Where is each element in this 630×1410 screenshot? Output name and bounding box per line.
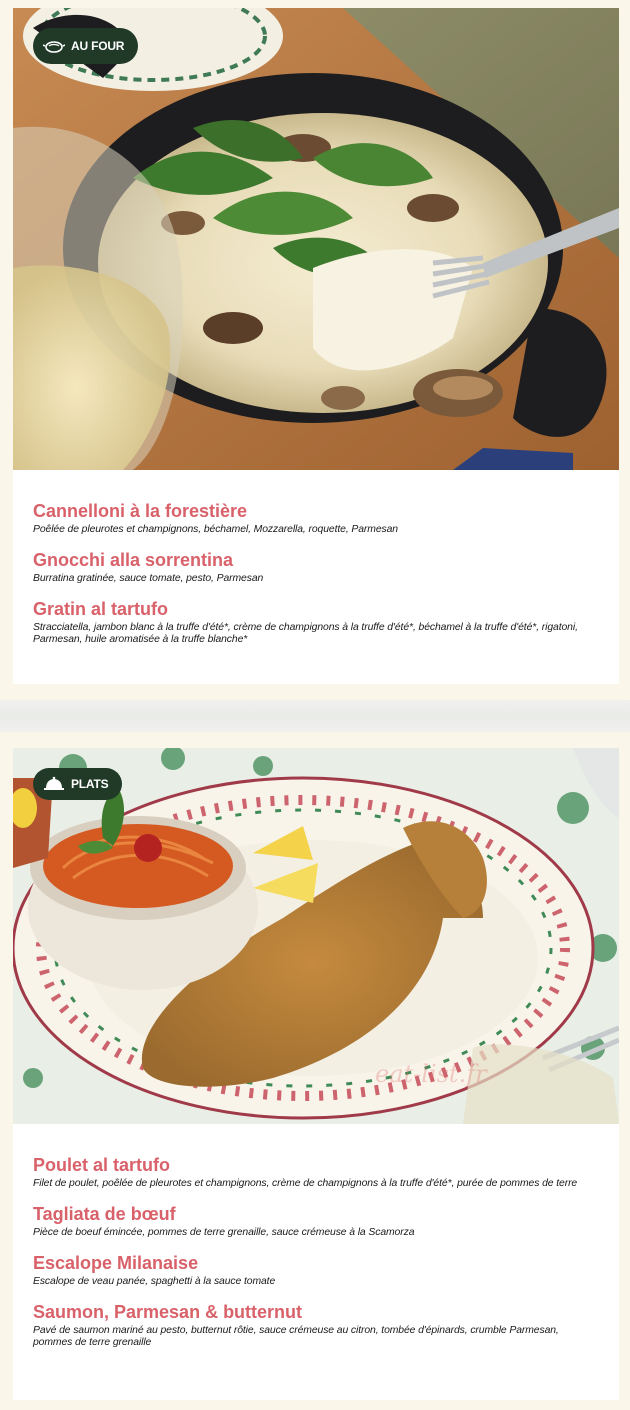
- section-card-plats: PLATS eat-list.fr Poulet al tartufo File…: [13, 748, 619, 1400]
- menu-list-plats: Poulet al tartufo Filet de poulet, poêlé…: [13, 1124, 619, 1349]
- menu-item-title: Cannelloni à la forestière: [33, 501, 248, 521]
- watermark-text: eat-list.fr: [375, 1060, 487, 1088]
- menu-item-description: Pièce de boeuf émincée, pommes de terre …: [33, 1227, 415, 1238]
- menu-item-title: Gnocchi alla sorrentina: [33, 550, 234, 570]
- menu-item: Cannelloni à la forestière Poêlée de ple…: [33, 500, 599, 536]
- menu-item: Saumon, Parmesan & butternut Pavé de sau…: [33, 1301, 599, 1349]
- menu-list-au-four: Cannelloni à la forestière Poêlée de ple…: [13, 470, 619, 646]
- menu-item-title: Gratin al tartufo: [33, 599, 169, 619]
- menu-item-description: Poêlée de pleurotes et champignons, béch…: [33, 524, 398, 535]
- menu-item-title: Escalope Milanaise: [33, 1253, 199, 1273]
- gratin-dish-photo: AU FOUR: [13, 8, 619, 470]
- section-badge-au-four: AU FOUR: [33, 28, 139, 64]
- menu-item: Gratin al tartufo Stracciatella, jambon …: [33, 598, 599, 646]
- section-divider: [0, 700, 630, 732]
- cloche-icon: [43, 776, 65, 792]
- menu-item-description: Filet de poulet, poêlée de pleurotes et …: [33, 1178, 578, 1189]
- menu-item: Poulet al tartufo Filet de poulet, poêlé…: [33, 1154, 599, 1190]
- oven-dish-icon: [43, 38, 65, 54]
- menu-item-description: Pavé de saumon mariné au pesto, butternu…: [33, 1325, 559, 1348]
- menu-item-description: Burratina gratinée, sauce tomate, pesto,…: [33, 573, 264, 584]
- menu-item: Escalope Milanaise Escalope de veau pané…: [33, 1252, 599, 1288]
- menu-item: Gnocchi alla sorrentina Burratina gratin…: [33, 549, 599, 585]
- menu-item-title: Saumon, Parmesan & butternut: [33, 1302, 303, 1322]
- menu-item-title: Tagliata de bœuf: [33, 1204, 176, 1224]
- menu-item-description: Stracciatella, jambon blanc à la truffe …: [33, 622, 578, 645]
- menu-page: AU FOUR Cannelloni à la forestière Poêlé…: [0, 0, 630, 1410]
- escalope-plate-photo: PLATS eat-list.fr: [13, 748, 619, 1124]
- menu-item-description: Escalope de veau panée, spaghetti à la s…: [33, 1276, 276, 1287]
- menu-item: Tagliata de bœuf Pièce de boeuf émincée,…: [33, 1203, 599, 1239]
- menu-item-title: Poulet al tartufo: [33, 1155, 171, 1175]
- section-badge-label: AU FOUR: [71, 39, 125, 53]
- section-badge-label: PLATS: [71, 777, 109, 791]
- section-badge-plats: PLATS: [33, 768, 123, 800]
- section-card-au-four: AU FOUR Cannelloni à la forestière Poêlé…: [13, 8, 619, 684]
